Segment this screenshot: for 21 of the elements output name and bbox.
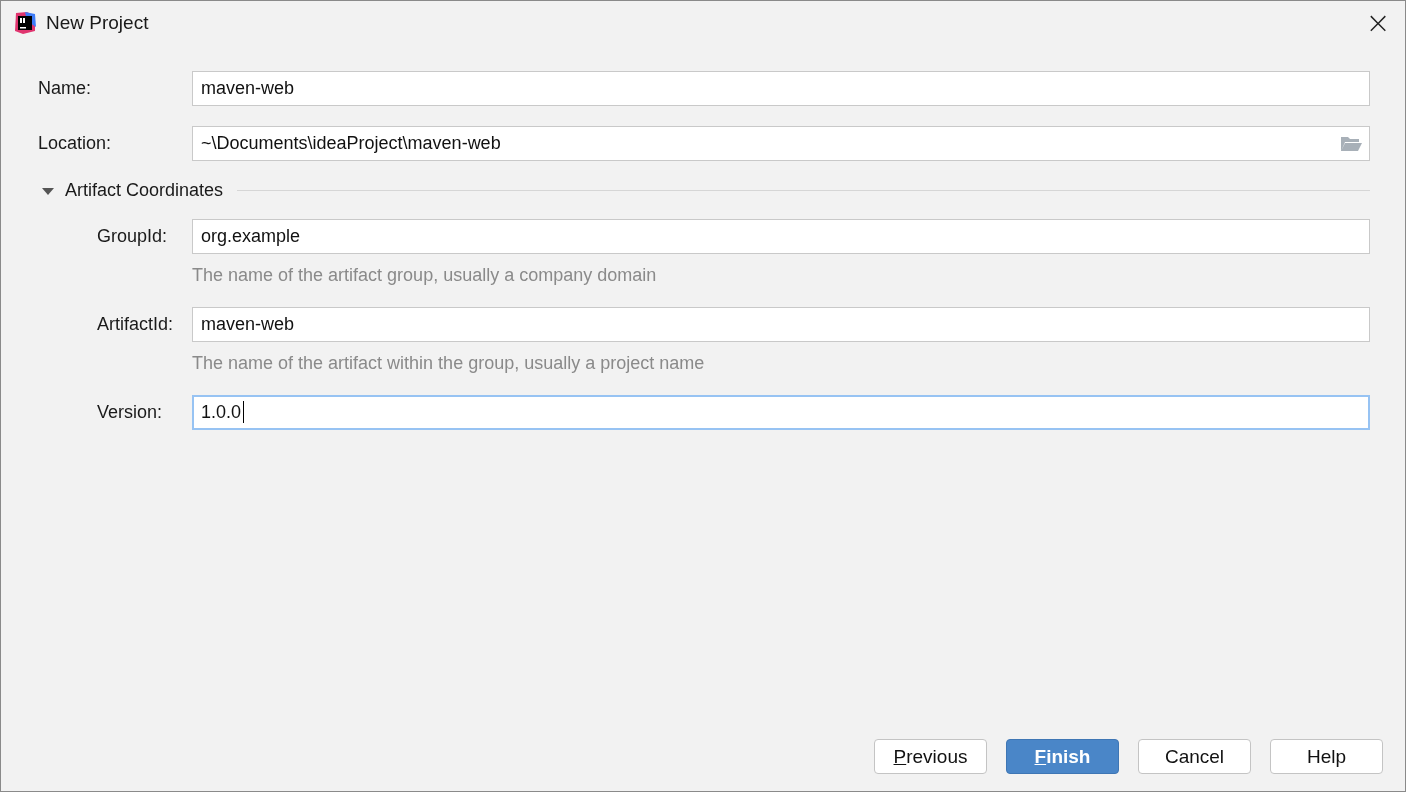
field-label: ArtifactId: [96, 314, 175, 335]
field-label: Location: [38, 133, 113, 154]
field-label: Name: [38, 78, 92, 99]
field-label: GroupId: [96, 226, 169, 247]
text-field[interactable]: 1.0.0 [192, 395, 1370, 430]
dialog-button[interactable]: Help [1270, 739, 1383, 774]
close-button[interactable]: × [1356, 1, 1400, 45]
field-label: Version: [96, 402, 164, 423]
dialog-button[interactable]: Previous [874, 739, 987, 774]
text-field[interactable]: maven-web [192, 307, 1370, 342]
collapse-triangle-icon[interactable] [41, 185, 55, 196]
text-field[interactable]: ~\Documents\ideaProject\maven-web [192, 126, 1370, 161]
window-title: New Project [46, 12, 149, 34]
dialog-button[interactable]: Finish [1006, 739, 1119, 774]
hint-text: The name of the artifact within the group, usually a project name [192, 353, 706, 374]
dialog-button[interactable]: Cancel [1138, 739, 1251, 774]
text-field[interactable]: org.example [192, 219, 1370, 254]
text-field[interactable]: maven-web [192, 71, 1370, 106]
hint-text: The name of the artifact group, usually a company domain [192, 265, 658, 286]
app-logo-icon [13, 11, 37, 35]
section-title[interactable]: Artifact Coordinates [65, 180, 224, 201]
